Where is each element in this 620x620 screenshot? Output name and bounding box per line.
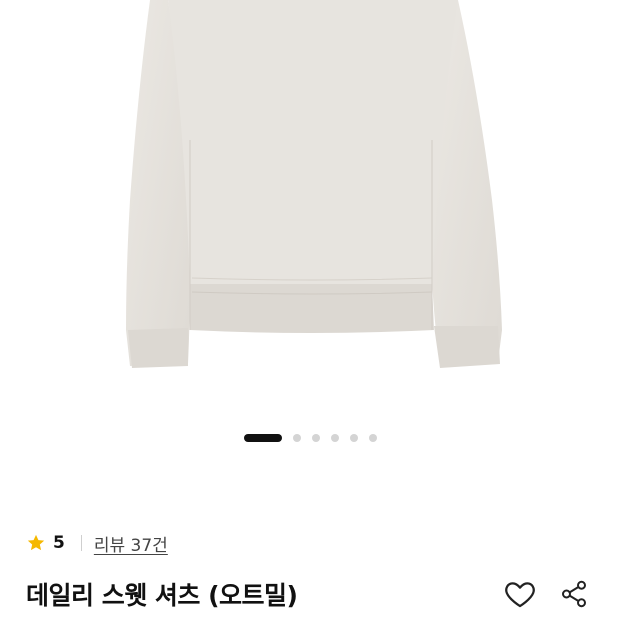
pagination-dot[interactable] [349,434,358,442]
rating-score: 5 [53,533,65,553]
share-icon [562,580,586,608]
image-pagination [0,432,620,444]
heart-icon [505,582,535,608]
wishlist-button[interactable] [502,576,538,612]
divider [80,535,82,551]
share-button[interactable] [556,576,592,612]
product-info: 5 리뷰 37건 데일리 스웻 셔츠 (오트밀) [26,530,594,612]
pagination-dot[interactable] [368,434,377,442]
rating-row: 5 리뷰 37건 [26,530,594,556]
product-image[interactable] [0,0,620,420]
star-icon [27,534,45,551]
pagination-dot[interactable] [330,434,339,442]
review-count-link[interactable]: 리뷰 37건 [94,531,168,556]
product-actions [502,576,592,612]
pagination-dot-active[interactable] [243,434,282,442]
pagination-dot[interactable] [292,434,301,442]
product-title: 데일리 스웻 셔츠 (오트밀) [26,581,298,610]
pagination-dot[interactable] [311,434,320,442]
product-image-gallery[interactable] [0,0,620,468]
title-row: 데일리 스웻 셔츠 (오트밀) [26,576,594,612]
